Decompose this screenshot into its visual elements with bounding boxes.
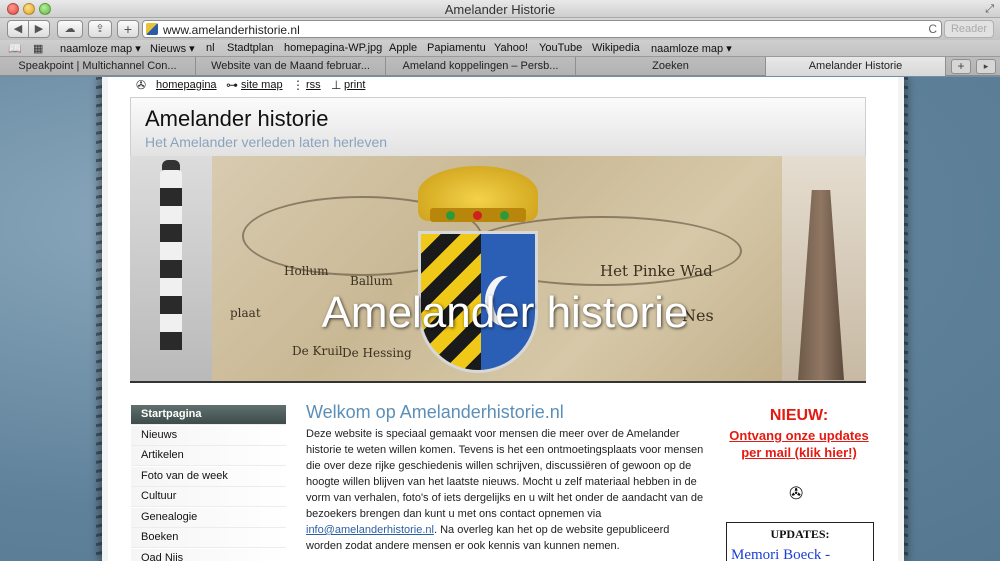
crown-gem-red [473, 211, 482, 220]
bookmark-item[interactable]: homepagina-WP.jpg [284, 42, 382, 54]
reading-list-icon[interactable]: 📖 [8, 42, 22, 55]
bookmark-item[interactable]: Papiamentu [427, 42, 486, 54]
map-label: Het Pinke Wad [600, 262, 713, 280]
updates-box: UPDATES: Memori Boeck - [726, 522, 874, 561]
header-banner-image: Hollum Ballum Het Pinke Wad plaat De Kru… [130, 156, 866, 383]
bookmark-item[interactable]: Yahoo! [494, 42, 528, 54]
menu-item-artikelen[interactable]: Artikelen [131, 446, 286, 466]
site-favicon-icon [146, 23, 158, 35]
icloud-tabs-button[interactable]: ☁ [57, 20, 83, 38]
mail-updates-link[interactable]: Ontvang onze updates per mail (klik hier… [724, 427, 874, 461]
address-bar[interactable]: www.amelanderhistorie.nl C [142, 20, 942, 38]
address-url[interactable]: www.amelanderhistorie.nl [163, 23, 300, 37]
map-label: De Hessing [342, 346, 412, 360]
nav-print-link[interactable]: print [344, 79, 365, 91]
reader-button[interactable]: Reader [944, 20, 994, 38]
top-sites-grid-icon[interactable]: ▦ [33, 42, 43, 55]
bookmark-item[interactable]: Stadtplan [227, 42, 273, 54]
banner-title: Amelander historie [321, 288, 689, 337]
menu-item-genealogie[interactable]: Genealogie [131, 507, 286, 528]
map-label: plaat [230, 306, 261, 320]
email-link[interactable]: info@amelanderhistorie.nl [306, 524, 434, 536]
crown-gem-green [500, 211, 509, 220]
site-title: Amelander historie [145, 106, 329, 131]
site-subtitle: Het Amelander verleden laten herleven [145, 134, 388, 150]
map-label: De Kruil [292, 344, 343, 358]
bookmark-item[interactable]: naamloze map ▾ [60, 42, 141, 55]
bookmark-item[interactable]: naamloze map ▾ [651, 42, 732, 55]
new-tab-button[interactable]: + [951, 59, 971, 74]
bookmark-item[interactable]: nl [206, 42, 215, 54]
bookmark-item[interactable]: Nieuws ▾ [150, 42, 195, 55]
tab[interactable]: Ameland koppelingen – Persb... [386, 57, 576, 76]
reload-icon[interactable]: C [928, 22, 937, 36]
menu-item-oad-nijs[interactable]: Oad Nijs [131, 548, 286, 561]
welcome-heading: Welkom op Amelanderhistorie.nl [306, 402, 564, 422]
tab[interactable]: Website van de Maand februar... [196, 57, 386, 76]
tab-active[interactable]: Amelander Historie [766, 57, 946, 76]
print-icon: ⊥ [331, 78, 342, 92]
lighthouse-tower [160, 170, 182, 350]
window-title: Amelander Historie [444, 2, 556, 17]
tab[interactable]: Zoeken [576, 57, 766, 76]
map-label: Hollum [284, 264, 329, 278]
menu-item-foto-van-de-week[interactable]: Foto van de week [131, 466, 286, 487]
map-label: Ballum [350, 274, 393, 288]
add-bookmark-button[interactable]: + [117, 20, 139, 38]
church-tower [798, 190, 844, 380]
menu-item-startpagina[interactable]: Startpagina [131, 405, 286, 425]
browser-toolbar: ◀ ▶ ☁ ⇪ + www.amelanderhistorie.nl C Rea… [0, 18, 1000, 40]
lighthouse-photo [130, 156, 212, 381]
church-tower-photo [782, 156, 866, 381]
welcome-text-1: Deze website is speciaal gemaakt voor me… [306, 428, 704, 520]
bookmarks-bar: 📖 ▦ naamloze map ▾ Nieuws ▾ nl Stadtplan… [0, 40, 1000, 57]
menu-item-nieuws[interactable]: Nieuws [131, 425, 286, 446]
nieuw-label: NIEUW: [769, 407, 829, 424]
updates-title: UPDATES: [770, 527, 830, 541]
welcome-paragraph: Deze website is speciaal gemaakt voor me… [306, 426, 706, 554]
nav-sitemap-link[interactable]: site map [241, 79, 283, 91]
share-button[interactable]: ⇪ [88, 20, 112, 38]
bookmark-item[interactable]: Apple [389, 42, 417, 54]
menu-item-boeken[interactable]: Boeken [131, 528, 286, 548]
ship-wheel-icon: ✇ [789, 484, 804, 503]
nav-homepagina-link[interactable]: homepagina [156, 79, 217, 91]
sitemap-icon: ⊶ [226, 78, 238, 92]
tab-list-button[interactable]: ▸ [976, 59, 996, 74]
crown-gem-green [446, 211, 455, 220]
page-viewport[interactable]: ✇ homepagina ⊶ site map ⋮ rss ⊥ print Am… [0, 77, 1000, 561]
back-button[interactable]: ◀ [7, 20, 29, 38]
window-titlebar: Amelander Historie ⤢ [0, 0, 1000, 18]
tab-bar: Speakpoint | Multichannel Con... Website… [0, 57, 1000, 76]
bookmark-item[interactable]: Wikipedia [592, 42, 640, 54]
home-wheel-icon: ✇ [136, 78, 147, 92]
rss-icon: ⋮ [292, 78, 304, 92]
fullscreen-icon[interactable]: ⤢ [985, 3, 994, 16]
forward-button[interactable]: ▶ [28, 20, 50, 38]
tab[interactable]: Speakpoint | Multichannel Con... [0, 57, 196, 76]
updates-item-link[interactable]: Memori Boeck - [731, 547, 830, 561]
bookmark-item[interactable]: YouTube [539, 42, 582, 54]
nav-rss-link[interactable]: rss [306, 79, 321, 91]
menu-item-cultuur[interactable]: Cultuur [131, 487, 286, 507]
news-signup: NIEUW: Ontvang onze updates per mail (kl… [724, 407, 874, 461]
sidebar-menu: Startpagina Nieuws Artikelen Foto van de… [131, 405, 286, 561]
